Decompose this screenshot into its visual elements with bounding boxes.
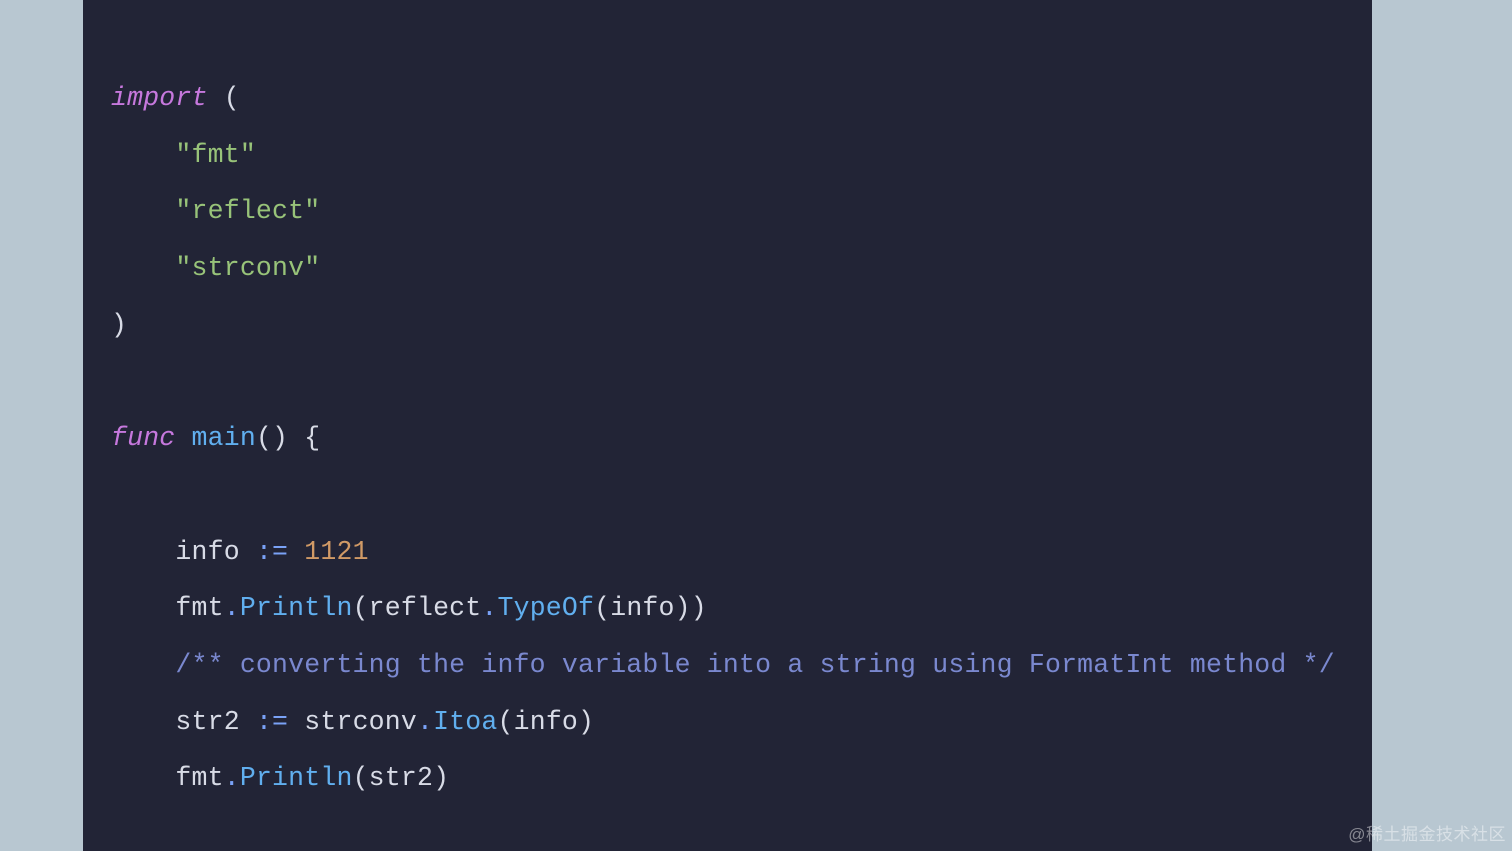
comment-line: /** converting the info variable into a … [175, 650, 1334, 680]
ident-str2: str2 [175, 707, 256, 737]
pkg-strconv: strconv [288, 707, 417, 737]
keyword-import: import [111, 83, 208, 113]
op-assign-2: := [256, 707, 288, 737]
code-block: import ( "fmt" "reflect" "strconv" ) fun… [83, 0, 1372, 851]
literal-1121: 1121 [304, 537, 368, 567]
args-str2: (str2) [353, 763, 450, 793]
call-println-1: Println [240, 593, 353, 623]
watermark-text: @稀土掘金技术社区 [1348, 820, 1506, 845]
dot-2: . [481, 593, 497, 623]
import-strconv: "strconv" [175, 253, 320, 283]
import-fmt: "fmt" [175, 140, 256, 170]
code-content: import ( "fmt" "reflect" "strconv" ) fun… [111, 70, 1344, 807]
pkg-reflect: reflect [369, 593, 482, 623]
paren-open-2: ( [353, 593, 369, 623]
call-typeof: TypeOf [498, 593, 595, 623]
args-info-2: (info) [498, 707, 595, 737]
ident-info: info [175, 537, 256, 567]
space-1 [288, 537, 304, 567]
dot-3: . [417, 707, 433, 737]
call-itoa: Itoa [433, 707, 497, 737]
func-signature: () { [256, 423, 320, 453]
call-println-2: Println [240, 763, 353, 793]
dot-4: . [224, 763, 240, 793]
keyword-func: func [111, 423, 175, 453]
dot-1: . [224, 593, 240, 623]
op-assign-1: := [256, 537, 288, 567]
paren-close: ) [111, 310, 127, 340]
pkg-fmt-2: fmt [175, 763, 223, 793]
import-reflect: "reflect" [175, 196, 320, 226]
args-info-1: (info)) [594, 593, 707, 623]
paren-open: ( [224, 83, 240, 113]
funcname-main: main [192, 423, 256, 453]
pkg-fmt-1: fmt [175, 593, 223, 623]
